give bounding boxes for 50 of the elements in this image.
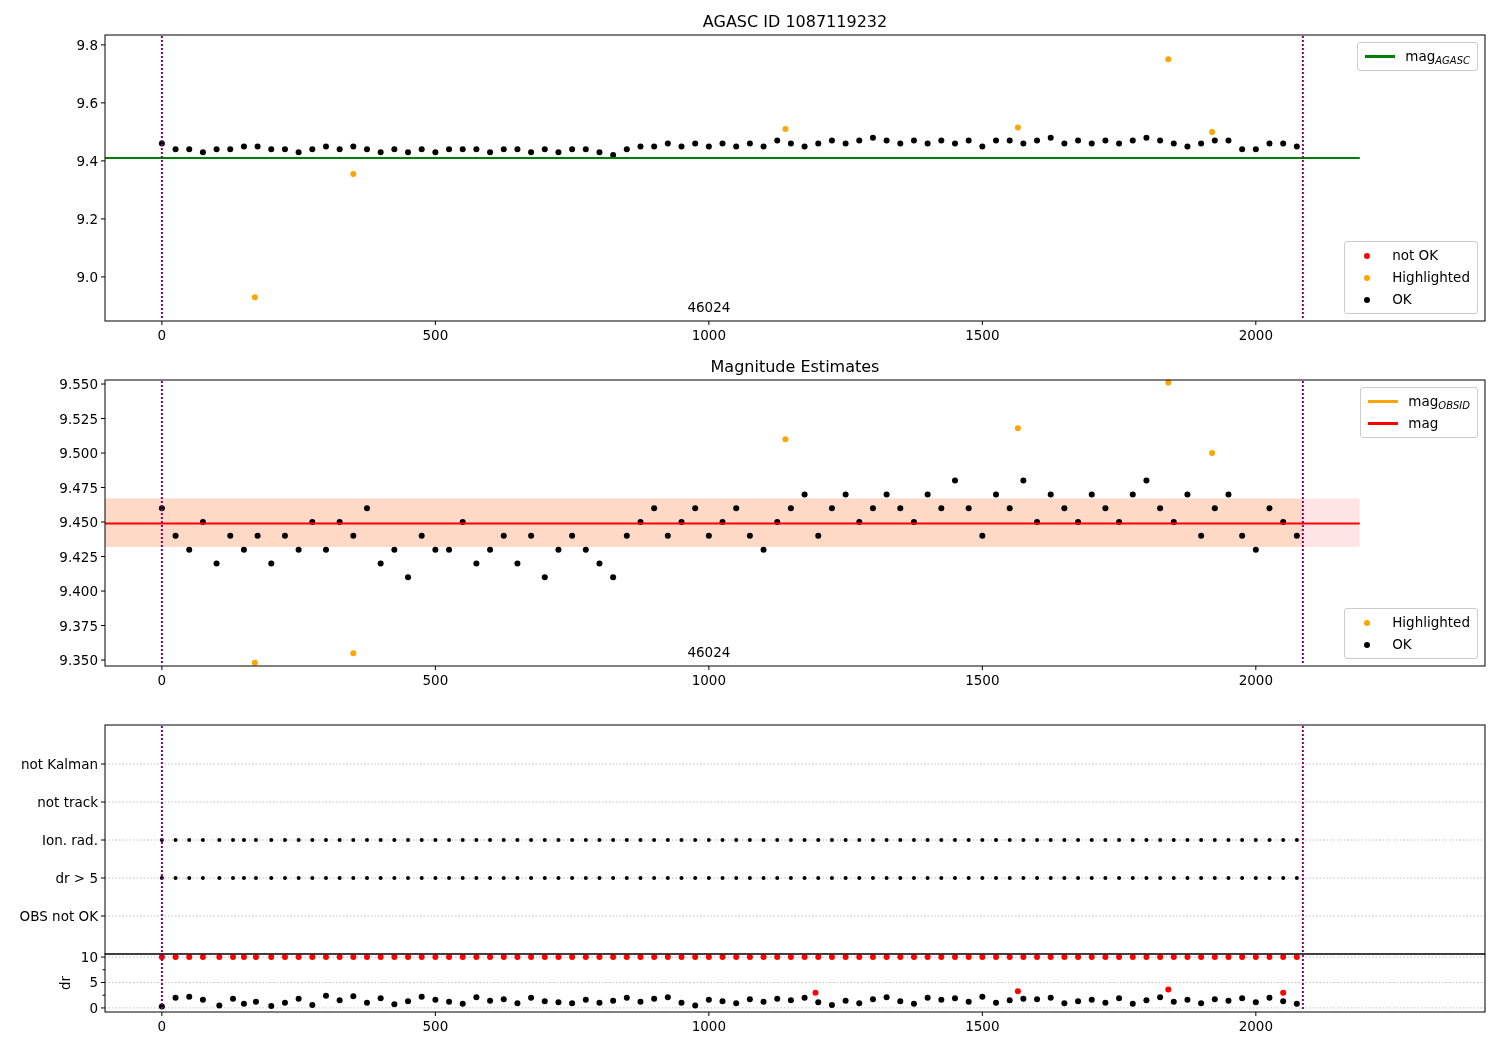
y-tick-label: 10 (80, 949, 98, 966)
legend-label: mag$_{AGASC}$ (1405, 47, 1470, 67)
legend-label: OK (1392, 635, 1412, 655)
flag-label: dr > 5 (55, 870, 98, 886)
flag-label: not Kalman (20, 756, 98, 772)
y-tick-label: 9.0 (76, 268, 98, 285)
x-tick-label: 1000 (691, 327, 727, 343)
x-tick-label: 500 (422, 672, 449, 688)
legend-label: OK (1392, 290, 1412, 310)
legend-label: mag$_{OBSID}$ (1408, 392, 1470, 412)
chart-title: AGASC ID 1087119232 (702, 12, 888, 31)
y-tick-label: 9.400 (59, 583, 98, 600)
x-tick-label: 2000 (1238, 1018, 1273, 1034)
flag-label: OBS not OK (19, 908, 98, 924)
y-tick-label: 0 (89, 999, 98, 1016)
axis-label: dr (57, 975, 73, 991)
y-tick-label: 9.350 (59, 652, 98, 669)
y-tick-label: 9.525 (59, 410, 98, 427)
y-tick-label: 9.6 (76, 94, 98, 111)
x-tick-label: 0 (157, 1018, 167, 1034)
x-tick-label: 1500 (965, 672, 1000, 688)
y-tick-label: 5 (89, 974, 98, 991)
y-tick-label: 9.375 (59, 617, 98, 634)
legend-label: Highlighted (1392, 268, 1470, 288)
x-tick-label: 500 (422, 1018, 449, 1034)
annotation-label: 46024 (687, 644, 731, 660)
y-tick-label: 9.450 (59, 514, 98, 531)
x-tick-label: 500 (422, 327, 449, 343)
chart-title: Magnitude Estimates (710, 357, 880, 376)
annotation-label: 46024 (687, 299, 731, 315)
y-tick-label: 9.475 (59, 479, 98, 496)
y-tick-label: 9.425 (59, 548, 98, 565)
y-tick-label: 9.500 (59, 445, 98, 461)
x-tick-label: 1000 (691, 1018, 727, 1034)
flag-label: not track (37, 794, 98, 810)
legend-label: mag (1408, 414, 1439, 434)
x-tick-label: 0 (157, 327, 167, 343)
y-tick-label: 9.4 (76, 152, 98, 169)
x-tick-label: 2000 (1238, 672, 1273, 688)
y-tick-label: 9.8 (76, 36, 98, 53)
x-tick-label: 0 (157, 672, 167, 688)
x-tick-label: 1500 (965, 1018, 1000, 1034)
y-tick-label: 9.2 (76, 210, 98, 227)
x-tick-label: 1000 (691, 672, 727, 688)
x-tick-label: 1500 (965, 327, 1000, 343)
x-tick-label: 2000 (1238, 327, 1273, 343)
legend-label: not OK (1392, 246, 1439, 266)
legend-label: Highlighted (1392, 613, 1470, 633)
y-tick-label: 9.550 (59, 376, 98, 392)
flag-label: Ion. rad. (41, 832, 98, 848)
